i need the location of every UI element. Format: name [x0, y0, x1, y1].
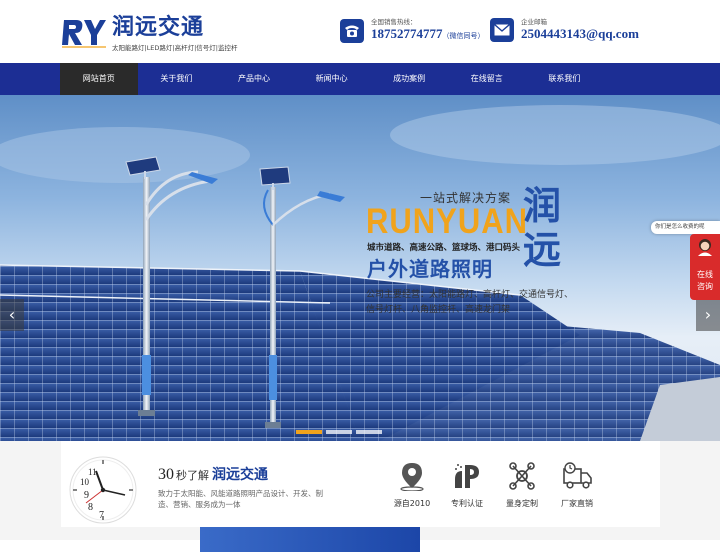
banner-scope: 公司主要经营：太阳能路灯、高杆灯、交通信号灯、 信号灯杆、八角监控杆、高速龙门架 — [366, 287, 616, 317]
email-label: 企业邮箱 — [521, 18, 547, 26]
delivery-truck-icon — [563, 462, 592, 489]
consult-line-1: 在线 — [697, 270, 713, 279]
nav-about[interactable]: 关于我们 — [138, 63, 216, 95]
about-heading-brand: 润远交通 — [212, 467, 268, 483]
about-heading-number: 30 — [158, 466, 174, 483]
banner-brand-cn-char-2: 远 — [523, 230, 562, 272]
site-header: 润远交通 太阳能路灯|LED路灯|高杆灯|信号灯|监控杆 全国销售热线： 187… — [0, 0, 720, 63]
logo-title: 润远交通 — [112, 15, 205, 40]
banner-services: 城市道路、高速公路、篮球场、港口码头 — [367, 243, 521, 253]
slide-dot[interactable] — [296, 430, 322, 434]
feature-label: 厂家直销 — [561, 499, 593, 508]
banner-scope-line-1: 公司主要经营：太阳能路灯、高杆灯、交通信号灯、 — [366, 289, 574, 299]
map-pin-icon — [400, 463, 424, 491]
clock-icon: 9 8 7 10 11 — [69, 456, 137, 524]
banner-scope-line-2: 信号灯杆、八角监控杆、高速龙门架 — [366, 304, 511, 314]
feature-custom[interactable]: 量身定制 — [497, 461, 547, 509]
about-heading[interactable]: 30 秒了解 润远交通 — [158, 464, 268, 484]
clock-number: 9 — [84, 490, 89, 501]
hotline-contact: 全国销售热线： 18752774777（微信同号） — [340, 18, 485, 44]
email-address[interactable]: 2504443143@qq.com — [521, 26, 639, 42]
logo-ry-icon — [62, 20, 106, 48]
nav-products[interactable]: 产品中心 — [215, 63, 293, 95]
banner-prev-arrow[interactable]: ‹ — [0, 299, 24, 331]
nav-news[interactable]: 新闻中心 — [293, 63, 371, 95]
hotline-number[interactable]: 18752774777 — [371, 26, 443, 41]
clock-number: 7 — [99, 510, 104, 521]
feature-label: 专利认证 — [451, 499, 483, 508]
patent-icon — [455, 464, 479, 488]
slide-dot[interactable] — [326, 430, 352, 434]
nav-contact[interactable]: 联系我们 — [526, 63, 604, 95]
banner-headline: 户外道路照明 — [367, 257, 493, 281]
main-nav: 网站首页 关于我们 产品中心 新闻中心 成功案例 在线留言 联系我们 — [0, 63, 720, 95]
clock-number: 8 — [88, 502, 93, 513]
feature-label: 量身定制 — [506, 499, 538, 508]
slide-indicator — [296, 430, 382, 434]
banner-brand-cn: 润 远 — [523, 185, 573, 273]
banner-brand-en: RUNYUAN — [366, 201, 528, 242]
nav-home[interactable]: 网站首页 — [60, 63, 138, 95]
hotline-label: 全国销售热线： — [371, 18, 417, 26]
email-contact: 企业邮箱 2504443143@qq.com — [490, 18, 639, 42]
banner-next-arrow[interactable]: › — [696, 299, 720, 331]
feature-patent[interactable]: 专利认证 — [442, 461, 492, 509]
consult-line-2: 咨询 — [697, 282, 713, 291]
about-description: 致力于太阳能、风能道路照明产品设计、开发、制造、营销、服务成为一体 — [158, 489, 323, 509]
chat-tip-bubble[interactable]: 你们是怎么收费的呢 — [651, 221, 720, 234]
hero-banner: 一站式解决方案 RUNYUAN 润 远 城市道路、高速公路、篮球场、港口码头 户… — [0, 95, 720, 441]
about-heading-text: 秒了解 — [176, 469, 209, 482]
mail-icon — [490, 18, 514, 42]
banner-brand-cn-char-1: 润 — [523, 186, 562, 228]
nav-message[interactable]: 在线留言 — [448, 63, 526, 95]
feature-direct-sale[interactable]: 厂家直销 — [552, 461, 602, 509]
banner-scene-image — [0, 105, 720, 441]
nav-cases[interactable]: 成功案例 — [370, 63, 448, 95]
feature-label: 源自2010 — [393, 499, 431, 508]
clock-number: 10 — [80, 477, 90, 487]
online-consult-button[interactable]: 在线 咨询 — [690, 234, 720, 300]
slide-dot[interactable] — [356, 430, 382, 434]
hotline-note: （微信同号） — [442, 32, 485, 40]
network-icon — [509, 462, 535, 490]
phone-icon — [340, 19, 364, 43]
agent-avatar-icon — [698, 239, 712, 256]
logo[interactable]: 润远交通 太阳能路灯|LED路灯|高杆灯|信号灯|监控杆 — [62, 16, 238, 52]
logo-tagline: 太阳能路灯|LED路灯|高杆灯|信号灯|监控杆 — [112, 44, 238, 52]
feature-founded[interactable]: 源自2010 — [387, 461, 437, 509]
